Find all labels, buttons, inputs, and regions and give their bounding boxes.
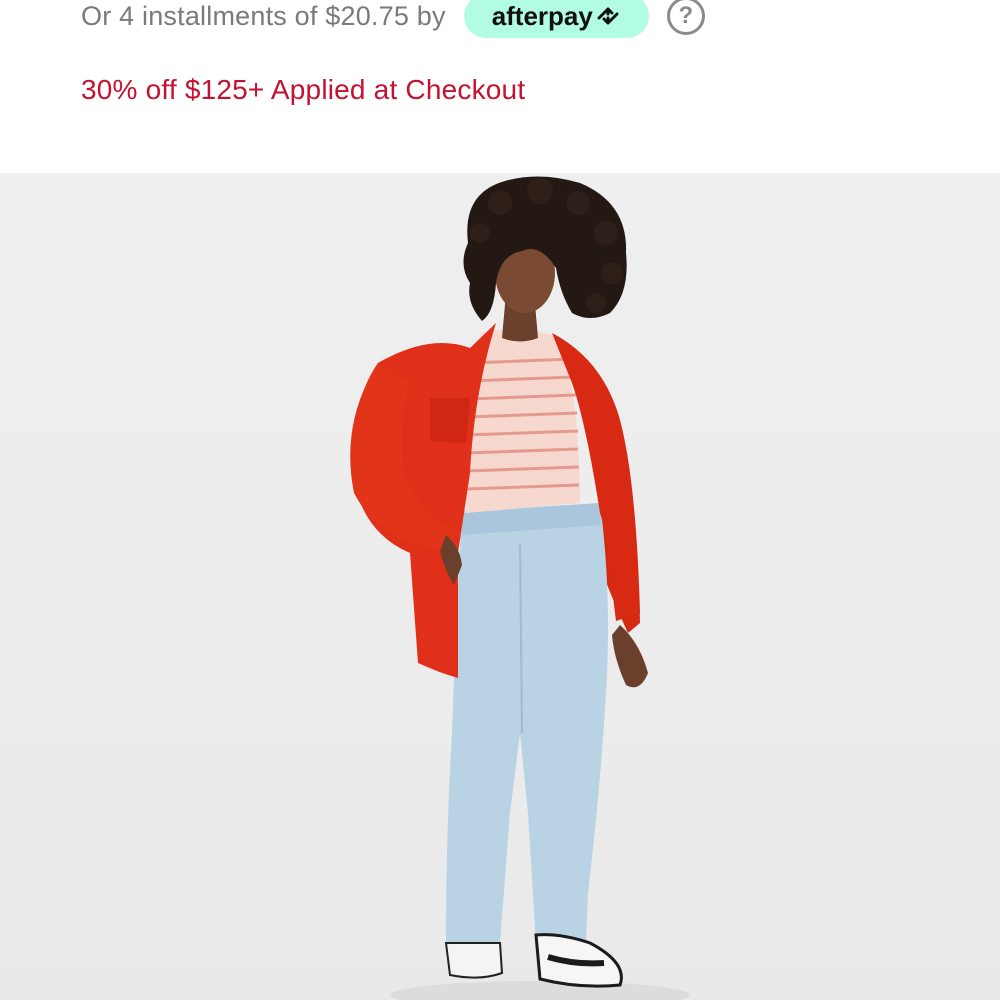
model-left-shoe [444,942,504,979]
model-right-hand [612,625,648,688]
product-image[interactable] [0,173,1000,1000]
floor-shadow [390,981,690,1000]
afterpay-label: afterpay [491,0,593,31]
product-detail-page: Or 4 installments of $20.75 by afterpay … [0,0,1000,1000]
model-jeans [446,503,608,943]
jacket-pocket [430,398,470,443]
installments-row: Or 4 installments of $20.75 by afterpay … [81,0,705,46]
afterpay-arrows-icon [597,7,619,25]
installments-text: Or 4 installments of $20.75 by [81,0,446,31]
promo-message: 30% off $125+ Applied at Checkout [81,74,526,105]
help-label: ? [678,2,694,29]
afterpay-button[interactable]: afterpay [463,0,649,38]
question-circle-icon[interactable]: ? [666,0,705,35]
product-photo-model [350,176,690,1000]
